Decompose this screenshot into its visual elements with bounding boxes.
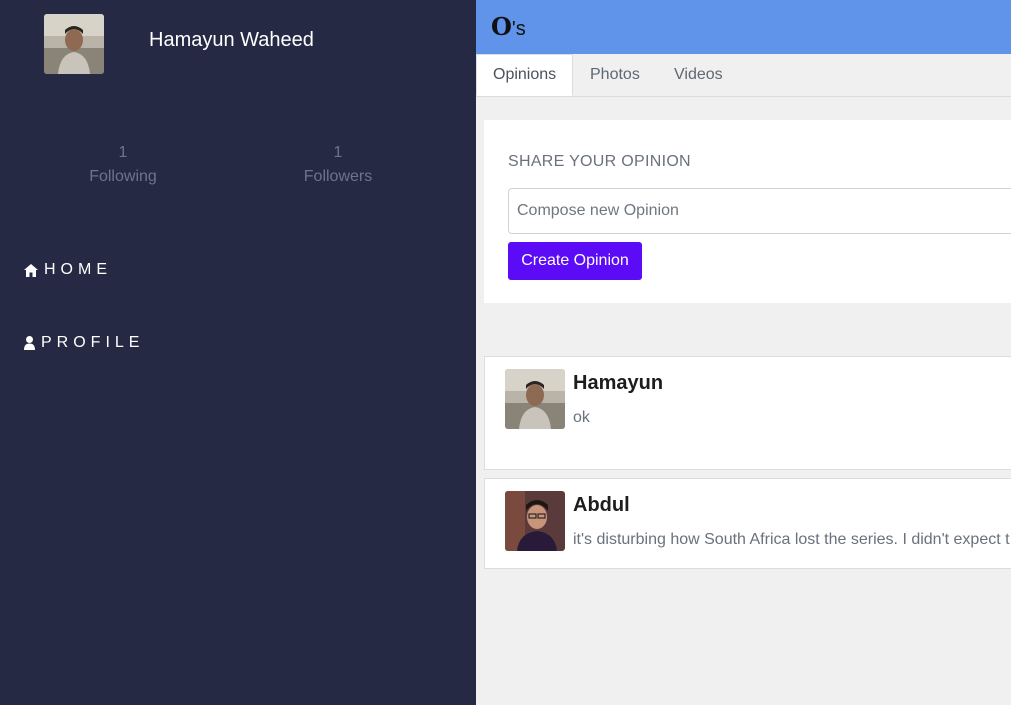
followers-stat[interactable]: 1 Followers [288, 141, 388, 189]
app-logo[interactable]: O's [491, 12, 526, 41]
tab-opinions[interactable]: Opinions [476, 54, 574, 96]
post-avatar[interactable] [505, 491, 565, 551]
post-author[interactable]: Hamayun [573, 372, 663, 395]
compose-title: SHARE YOUR OPINION [508, 153, 691, 170]
opinion-post: Abdul it's disturbing how South Africa l… [484, 478, 1011, 569]
sidebar: Hamayun Waheed 1 Following 1 Followers H… [0, 0, 476, 705]
top-bar: O's [476, 0, 1011, 54]
post-text: ok [573, 409, 590, 426]
nav-home[interactable]: HOME [24, 261, 112, 279]
compose-card: SHARE YOUR OPINION Create Opinion [484, 120, 1011, 303]
opinion-post: Hamayun ok [484, 356, 1011, 470]
post-author[interactable]: Abdul [573, 494, 630, 517]
nav-home-label: HOME [44, 261, 112, 278]
nav-profile-label: PROFILE [41, 334, 145, 351]
tab-videos[interactable]: Videos [658, 54, 739, 96]
following-stat[interactable]: 1 Following [72, 141, 174, 189]
followers-label: Followers [303, 168, 373, 185]
profile-avatar[interactable] [44, 14, 104, 74]
profile-name: Hamayun Waheed [149, 29, 314, 51]
nav-profile[interactable]: PROFILE [24, 334, 144, 352]
post-avatar[interactable] [505, 369, 565, 429]
tab-photos[interactable]: Photos [574, 54, 656, 96]
following-count: 1 [118, 144, 128, 161]
followers-count: 1 [333, 144, 343, 161]
tabs-bar: Opinions Photos Videos [476, 54, 1011, 97]
following-label: Following [89, 168, 157, 185]
create-opinion-button[interactable]: Create Opinion [508, 242, 642, 280]
main-content: O's Opinions Photos Videos SHARE YOUR OP… [476, 0, 1011, 705]
post-text: it's disturbing how South Africa lost th… [573, 531, 1010, 548]
home-icon [24, 263, 38, 277]
user-icon [24, 336, 35, 350]
compose-input[interactable] [508, 188, 1011, 234]
